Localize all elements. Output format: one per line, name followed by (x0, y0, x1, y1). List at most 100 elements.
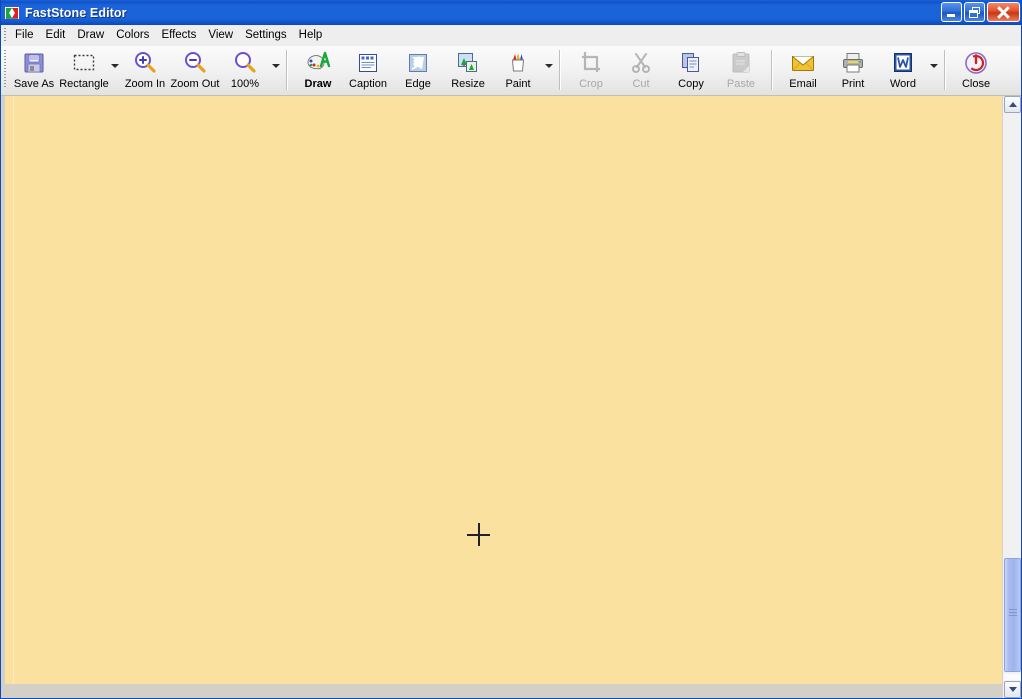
dashed-rectangle-icon (71, 50, 97, 76)
editor-work-area (1, 96, 1021, 698)
toolbar-group-output: Email Print Word (778, 46, 939, 95)
image-canvas[interactable] (5, 96, 1004, 684)
crop-button[interactable]: Crop (566, 46, 616, 94)
edge-button[interactable]: Edge (393, 46, 443, 94)
caption-button[interactable]: Caption (343, 46, 393, 94)
word-w-icon (890, 50, 916, 76)
faststone-logo-icon (4, 5, 20, 21)
toolbar-group-edit-tools: Draw Caption Edge Resize Paint (293, 46, 554, 95)
resize-image-icon (455, 50, 481, 76)
resize-button[interactable]: Resize (443, 46, 493, 94)
window-controls (941, 2, 1020, 22)
draw-button[interactable]: Draw (293, 46, 343, 94)
menu-item-colors[interactable]: Colors (110, 26, 155, 45)
canvas-guide-line (13, 96, 14, 684)
copy-button[interactable]: Copy (666, 46, 716, 94)
toolbar-separator (944, 50, 946, 90)
power-button-icon (963, 50, 989, 76)
minimize-icon (947, 14, 955, 17)
zoom-out-button[interactable]: Zoom Out (170, 46, 220, 94)
word-button[interactable]: Word (878, 46, 928, 94)
crosshair-cursor (467, 523, 490, 546)
rectangle-dropdown-button[interactable] (109, 46, 120, 94)
text-caption-icon (355, 50, 381, 76)
rectangle-label: Rectangle (59, 78, 109, 90)
title-bar: FastStone Editor (1, 0, 1021, 25)
vertical-scrollbar[interactable] (1002, 96, 1021, 698)
scroll-up-button[interactable] (1004, 96, 1021, 113)
draw-label: Draw (304, 78, 332, 90)
caption-label: Caption (349, 78, 387, 90)
window-title: FastStone Editor (25, 5, 127, 20)
rectangle-button[interactable]: Rectangle (59, 46, 109, 94)
clipboard-icon (728, 50, 754, 76)
email-button[interactable]: Email (778, 46, 828, 94)
word-dropdown-button[interactable] (928, 46, 939, 94)
word-label: Word (889, 78, 917, 90)
toolbar-group-close: Close (951, 46, 1001, 95)
menu-bar: File Edit Draw Colors Effects View Setti… (1, 25, 1021, 46)
toolbar-group-file-view: Save As Rectangle Zoom In Zoom Out 100% (9, 46, 281, 95)
zoom-100-button[interactable]: 100% (220, 46, 270, 94)
close-label: Close (961, 78, 991, 90)
magnifier-plus-icon (132, 50, 158, 76)
magnifier-icon (232, 50, 258, 76)
toolbar-separator (771, 50, 773, 90)
paint-label: Paint (505, 78, 531, 90)
magnifier-minus-icon (182, 50, 208, 76)
paint-button[interactable]: Paint (493, 46, 543, 94)
menu-item-help[interactable]: Help (293, 26, 329, 45)
envelope-icon (790, 50, 816, 76)
menu-item-settings[interactable]: Settings (239, 26, 293, 45)
menu-item-draw[interactable]: Draw (71, 26, 110, 45)
close-window-button[interactable] (987, 2, 1020, 22)
main-toolbar: Save As Rectangle Zoom In Zoom Out 100% … (1, 46, 1021, 96)
email-label: Email (789, 78, 817, 90)
restore-button[interactable] (964, 2, 985, 22)
chevron-down-icon (929, 64, 938, 68)
menu-bar-grip[interactable] (1, 25, 9, 46)
scissors-icon (628, 50, 654, 76)
chevron-down-icon (110, 64, 119, 68)
close-button[interactable]: Close (951, 46, 1001, 94)
canvas-pane (1, 96, 1004, 698)
menu-item-effects[interactable]: Effects (155, 26, 202, 45)
zoom-in-label: Zoom In (124, 78, 166, 90)
paintbrush-cup-icon (505, 50, 531, 76)
copy-pages-icon (678, 50, 704, 76)
resize-label: Resize (451, 78, 485, 90)
zoom-out-label: Zoom Out (170, 78, 220, 90)
zoom-100-label: 100% (230, 78, 260, 90)
zoom-in-button[interactable]: Zoom In (120, 46, 170, 94)
copy-label: Copy (678, 78, 704, 90)
scroll-up-arrow-icon (1008, 102, 1017, 107)
save-as-button[interactable]: Save As (9, 46, 59, 94)
close-icon (988, 3, 1019, 21)
menu-item-edit[interactable]: Edit (40, 26, 72, 45)
floppy-disk-icon (21, 50, 47, 76)
menu-item-file[interactable]: File (9, 26, 40, 45)
chevron-down-icon (544, 64, 553, 68)
toolbar-separator (559, 50, 561, 90)
save-as-label: Save As (13, 78, 55, 90)
paint-dropdown-button[interactable] (543, 46, 554, 94)
print-button[interactable]: Print (828, 46, 878, 94)
printer-icon (840, 50, 866, 76)
menu-item-view[interactable]: View (202, 26, 239, 45)
print-label: Print (841, 78, 865, 90)
crop-icon (578, 50, 604, 76)
minimize-button[interactable] (941, 2, 962, 22)
palette-letter-a-icon (305, 50, 331, 76)
torn-edge-icon (405, 50, 431, 76)
cut-button[interactable]: Cut (616, 46, 666, 94)
edge-label: Edge (405, 78, 431, 90)
scroll-down-arrow-icon (1008, 687, 1017, 692)
zoom-dropdown-button[interactable] (270, 46, 281, 94)
paste-button[interactable]: Paste (716, 46, 766, 94)
crop-label: Crop (579, 78, 603, 90)
chevron-down-icon (271, 64, 280, 68)
cut-label: Cut (632, 78, 650, 90)
scroll-down-button[interactable] (1004, 681, 1021, 698)
scroll-thumb[interactable] (1004, 558, 1021, 672)
toolbar-grip[interactable] (1, 46, 9, 94)
